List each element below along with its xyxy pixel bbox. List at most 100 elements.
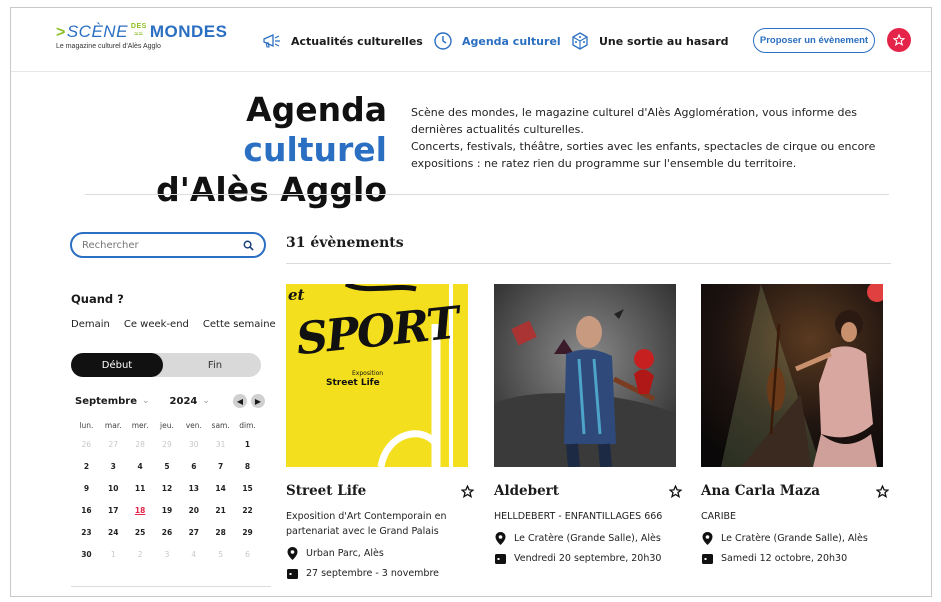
star-icon[interactable]	[876, 484, 889, 498]
calendar-header: Septembre ⌄ 2024 ⌄ ◀ ▶	[75, 394, 265, 408]
calendar-day[interactable]: 6	[180, 455, 207, 477]
calendar-day[interactable]: 2	[127, 543, 154, 565]
calendar-day[interactable]: 1	[100, 543, 127, 565]
option-weekend[interactable]: Ce week-end	[124, 319, 189, 330]
calendar-day[interactable]: 27	[100, 433, 127, 455]
calendar-icon	[286, 567, 298, 579]
calendar-day[interactable]: 17	[100, 499, 127, 521]
weekday-label: dim.	[239, 420, 256, 430]
event-title[interactable]: Street Life	[286, 483, 366, 499]
option-semaine[interactable]: Cette semaine	[203, 319, 276, 330]
start-date-tab[interactable]: Début	[71, 353, 163, 377]
calendar-day[interactable]: 10	[100, 477, 127, 499]
calendar-day[interactable]: 8	[234, 455, 261, 477]
event-subtitle: HELLDEBERT - ENFANTILLAGES 666	[494, 511, 663, 522]
calendar-day[interactable]: 28	[127, 433, 154, 455]
calendar-day[interactable]: 27	[180, 521, 207, 543]
propose-event-button[interactable]: Proposer un évènement	[753, 28, 875, 53]
divider	[286, 263, 891, 264]
calendar-day[interactable]: 29	[154, 433, 181, 455]
calendar-day[interactable]: 19	[154, 499, 181, 521]
event-subtitle: Exposition d'Art Contemporain en partena…	[286, 511, 447, 537]
calendar-day[interactable]: 23	[73, 521, 100, 543]
calendar-day[interactable]: 2	[73, 455, 100, 477]
calendar-day[interactable]: 21	[207, 499, 234, 521]
event-title[interactable]: Aldebert	[494, 483, 559, 499]
calendar-day[interactable]: 4	[180, 543, 207, 565]
dice-icon	[569, 30, 591, 52]
calendar-day[interactable]: 24	[100, 521, 127, 543]
event-location: Le Cratère (Grande Salle), Alès	[721, 532, 868, 544]
favorites-button[interactable]	[887, 28, 911, 52]
year-select[interactable]: 2024 ⌄	[170, 396, 210, 407]
calendar-day[interactable]: 16	[73, 499, 100, 521]
nav-agenda[interactable]: Agenda culturel	[432, 30, 561, 52]
nav-hasard[interactable]: Une sortie au hasard	[569, 30, 729, 52]
calendar-day[interactable]: 9	[73, 477, 100, 499]
calendar-day[interactable]: 25	[127, 521, 154, 543]
calendar-day[interactable]: 7	[207, 455, 234, 477]
event-photo[interactable]	[701, 284, 883, 467]
weekday-label: mer.	[131, 420, 149, 430]
logo-tagline: Le magazine culturel d'Alès Agglo	[56, 43, 161, 50]
calendar-day[interactable]: 30	[180, 433, 207, 455]
event-photo[interactable]	[494, 284, 676, 467]
event-title[interactable]: Ana Carla Maza	[701, 483, 820, 499]
logo-des: DES ≈≈	[130, 23, 147, 38]
calendar-day[interactable]: 26	[154, 521, 181, 543]
calendar-day[interactable]: 15	[234, 477, 261, 499]
event-card[interactable]: et SPORT Exposition Street Life Street L…	[286, 284, 476, 579]
search-box[interactable]	[70, 232, 266, 258]
event-card[interactable]: Aldebert HELLDEBERT - ENFANTILLAGES 666 …	[494, 284, 684, 564]
event-card[interactable]: Ana Carla Maza CARIBE Le Cratère (Grande…	[701, 284, 891, 564]
quick-date-options: Demain Ce week-end Cette semaine	[71, 319, 276, 330]
calendar-day[interactable]: 12	[154, 477, 181, 499]
end-date-tab[interactable]: Fin	[169, 353, 261, 377]
calendar-week: 26 27 28 29 30 31 1	[73, 433, 261, 455]
calendar-day[interactable]: 3	[154, 543, 181, 565]
intro-paragraph-2: Concerts, festivals, théâtre, sorties av…	[411, 140, 876, 170]
calendar-week: 9 10 11 12 13 14 15	[73, 477, 261, 499]
weekday-label: sam.	[211, 420, 230, 430]
calendar-week: 30 1 2 3 4 5 6	[73, 543, 261, 565]
nav-label: Agenda culturel	[462, 34, 561, 48]
search-icon[interactable]	[243, 240, 254, 251]
nav-label: Une sortie au hasard	[599, 34, 729, 48]
calendar-day[interactable]: 28	[207, 521, 234, 543]
calendar-day[interactable]: 5	[207, 543, 234, 565]
calendar-day[interactable]: 31	[207, 433, 234, 455]
poster-text: Street Life	[326, 378, 380, 388]
star-icon[interactable]	[669, 484, 682, 498]
calendar-day[interactable]: 20	[180, 499, 207, 521]
event-location: Le Cratère (Grande Salle), Alès	[514, 532, 661, 544]
divider	[71, 586, 271, 587]
search-input[interactable]	[82, 239, 243, 251]
calendar-day[interactable]: 5	[154, 455, 181, 477]
date-range-toggle: Début Fin	[71, 353, 261, 377]
month-select[interactable]: Septembre ⌄	[75, 396, 150, 407]
calendar-day[interactable]: 13	[180, 477, 207, 499]
nav-actualites[interactable]: Actualités culturelles	[261, 30, 423, 52]
calendar-day[interactable]: 6	[234, 543, 261, 565]
event-location: Urban Parc, Alès	[306, 547, 384, 559]
next-month-icon[interactable]: ▶	[251, 394, 265, 408]
calendar-day[interactable]: 18	[127, 499, 154, 521]
calendar-day[interactable]: 11	[127, 477, 154, 499]
prev-month-icon[interactable]: ◀	[233, 394, 247, 408]
calendar-day[interactable]: 30	[73, 543, 100, 565]
option-demain[interactable]: Demain	[71, 319, 110, 330]
chevron-down-icon: ⌄	[142, 396, 150, 406]
site-logo[interactable]: > SCÈNE DES ≈≈ MONDES Le magazine culture…	[56, 22, 227, 50]
calendar-day[interactable]: 29	[234, 521, 261, 543]
event-poster[interactable]: et SPORT Exposition Street Life	[286, 284, 468, 467]
calendar-day[interactable]: 1	[234, 433, 261, 455]
results-count: 31 évènements	[286, 235, 404, 251]
calendar-day[interactable]: 4	[127, 455, 154, 477]
calendar-day[interactable]: 3	[100, 455, 127, 477]
calendar-day[interactable]: 22	[234, 499, 261, 521]
calendar-day[interactable]: 14	[207, 477, 234, 499]
calendar-day[interactable]: 26	[73, 433, 100, 455]
when-label: Quand ?	[71, 292, 124, 306]
event-date: Samedi 12 octobre, 20h30	[721, 552, 848, 564]
star-icon[interactable]	[461, 484, 474, 498]
